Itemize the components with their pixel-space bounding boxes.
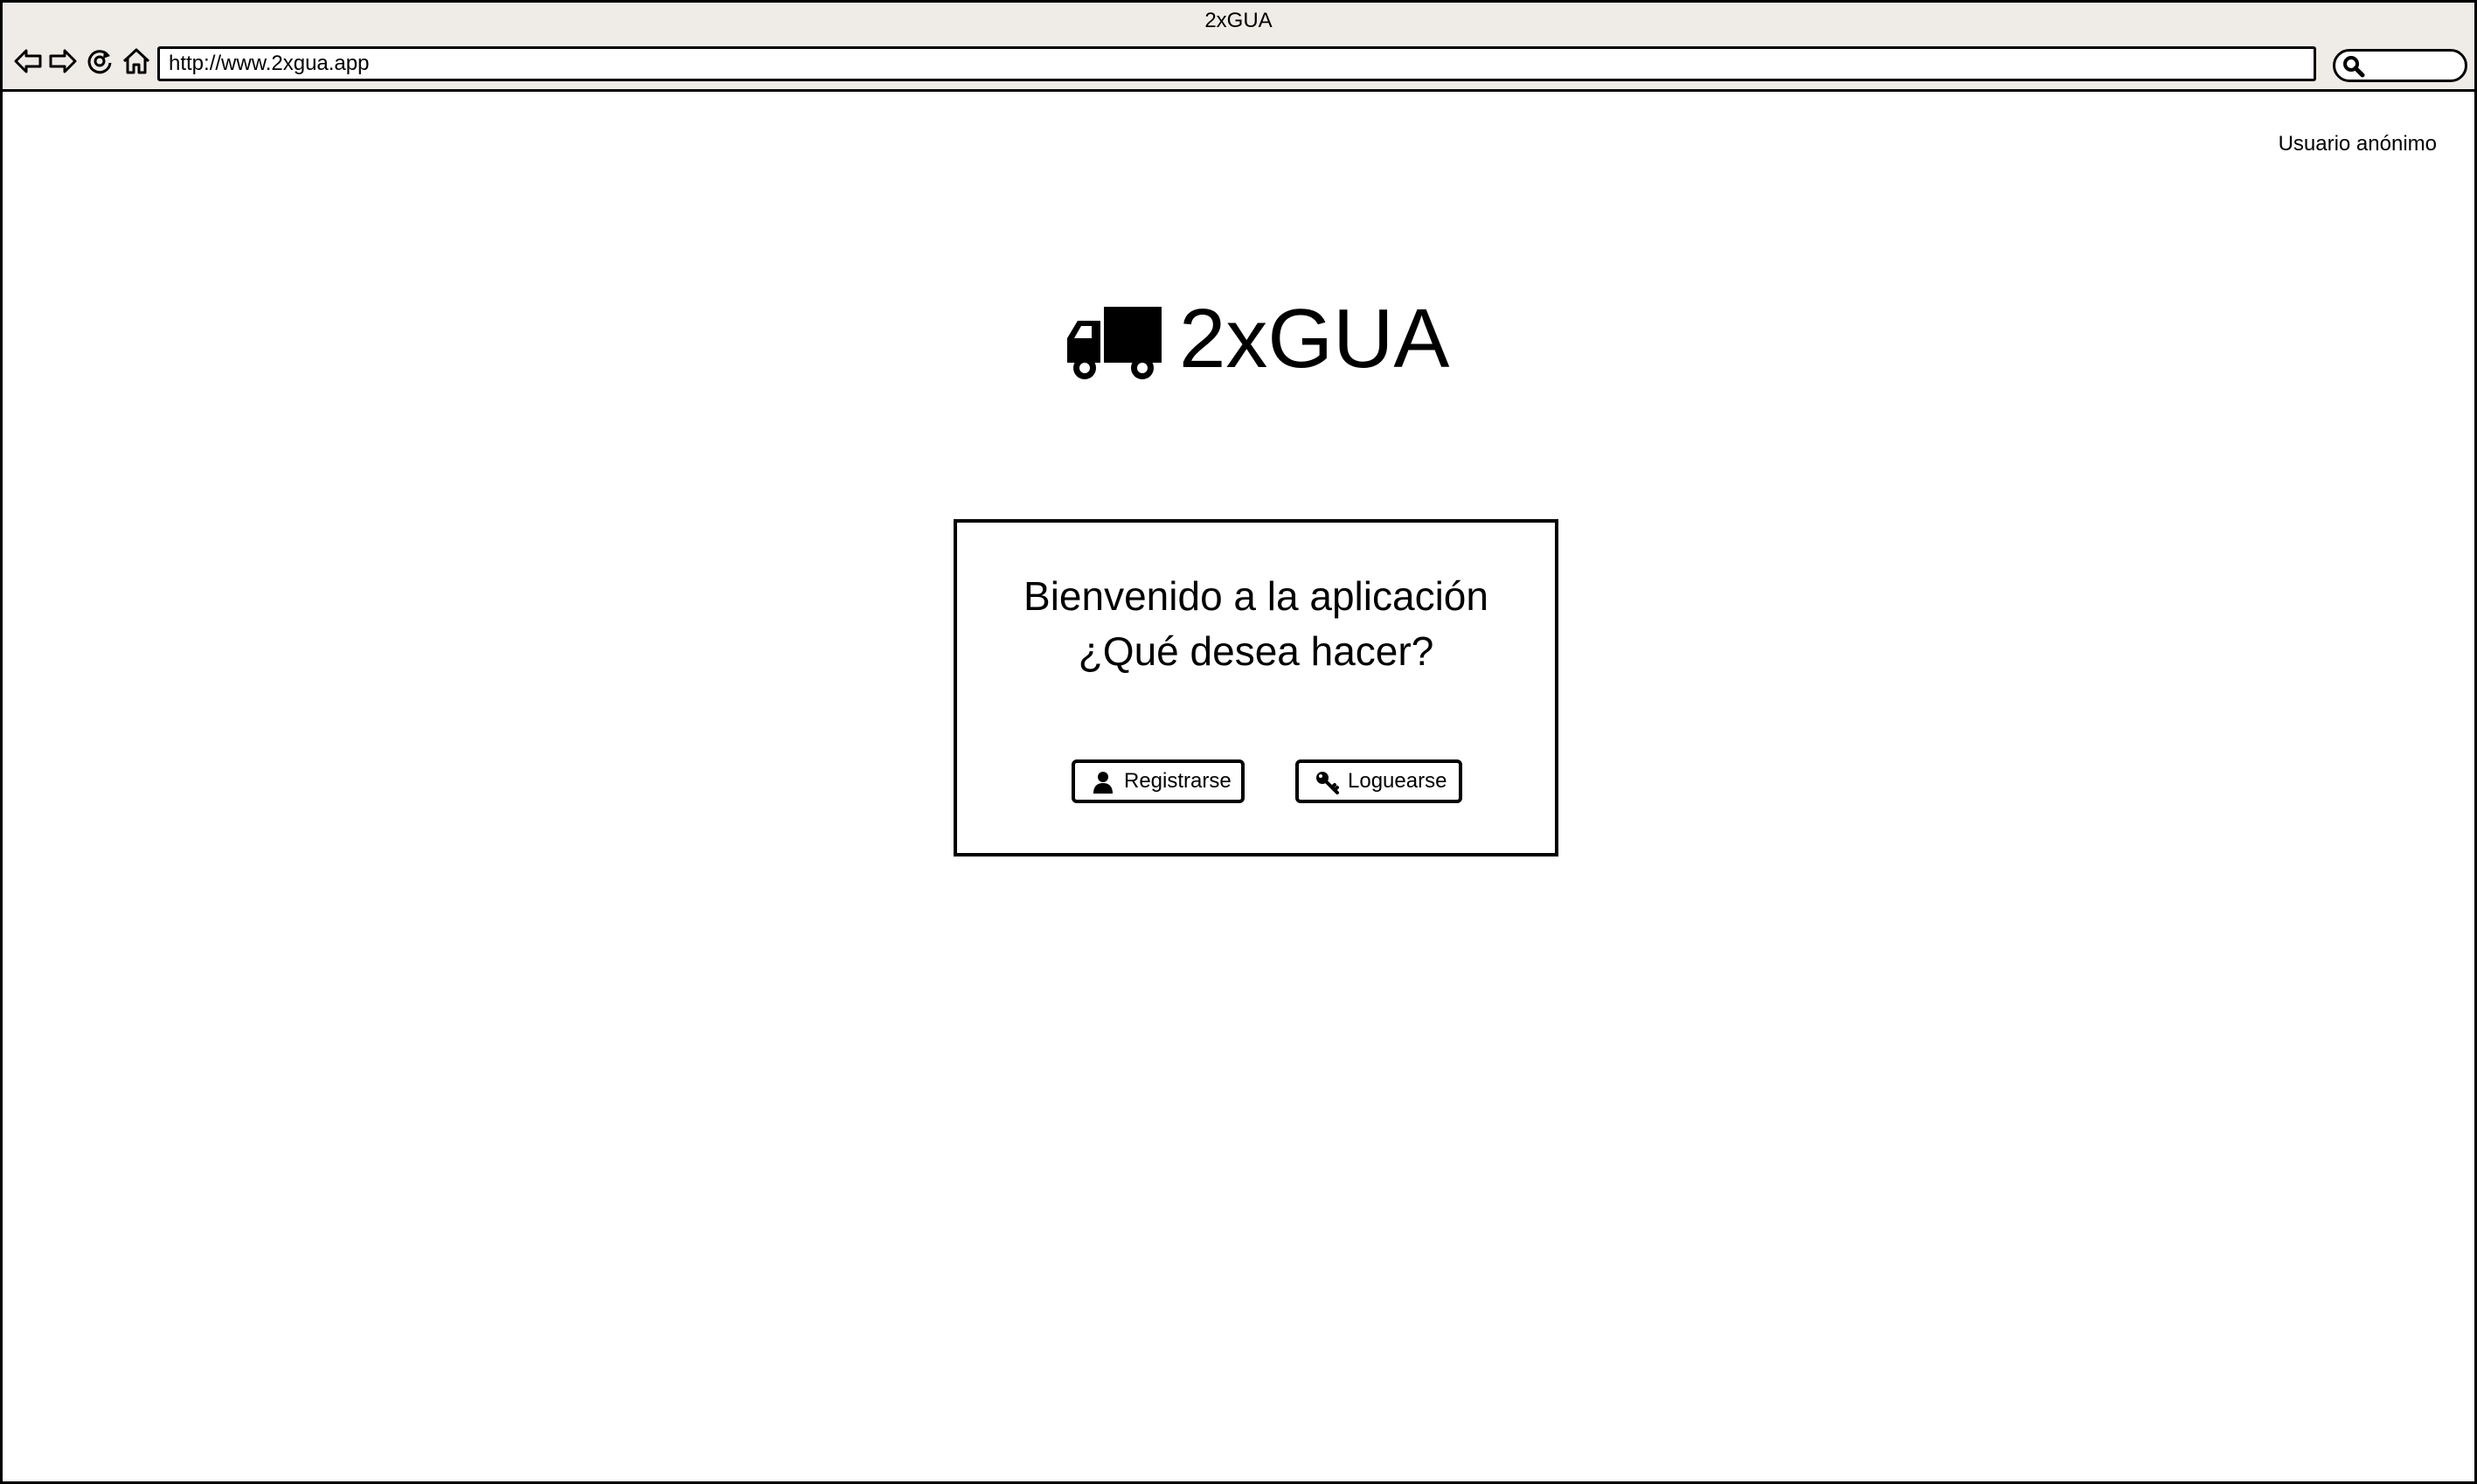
browser-toolbar: 2xGUA http://www.2xgua.app [3, 3, 2474, 92]
search-input[interactable] [2333, 49, 2467, 82]
user-status: Usuario anónimo [2278, 132, 2437, 156]
truck-icon [1067, 307, 1162, 379]
welcome-panel: Bienvenido a la aplicación ¿Qué desea ha… [954, 519, 1558, 856]
user-icon [1093, 772, 1113, 794]
register-label: Registrarse [1124, 769, 1232, 793]
register-button[interactable]: Registrarse [1072, 759, 1245, 803]
home-button[interactable] [121, 46, 151, 76]
back-button[interactable] [13, 46, 43, 76]
back-arrow-icon [14, 49, 42, 73]
login-button[interactable]: Loguearse [1295, 759, 1462, 803]
reload-button[interactable] [85, 46, 114, 76]
home-icon [122, 48, 150, 74]
address-bar[interactable]: http://www.2xgua.app [157, 46, 2316, 81]
login-label: Loguearse [1348, 769, 1447, 793]
url-text: http://www.2xgua.app [169, 52, 370, 75]
forward-button[interactable] [48, 46, 78, 76]
forward-arrow-icon [49, 49, 77, 73]
reload-icon [87, 50, 112, 74]
app-name: 2xGUA [1179, 292, 1450, 385]
app-logo: 2xGUA [1065, 291, 1459, 387]
key-icon [1316, 772, 1339, 794]
search-icon [2343, 56, 2365, 78]
window-title: 2xGUA [1204, 9, 1273, 32]
welcome-heading: Bienvenido a la aplicación [1023, 573, 1488, 619]
welcome-question: ¿Qué desea hacer? [1078, 628, 1434, 674]
browser-window: 2xGUA http://www.2xgua.app Usuario anóni… [0, 0, 2477, 1484]
